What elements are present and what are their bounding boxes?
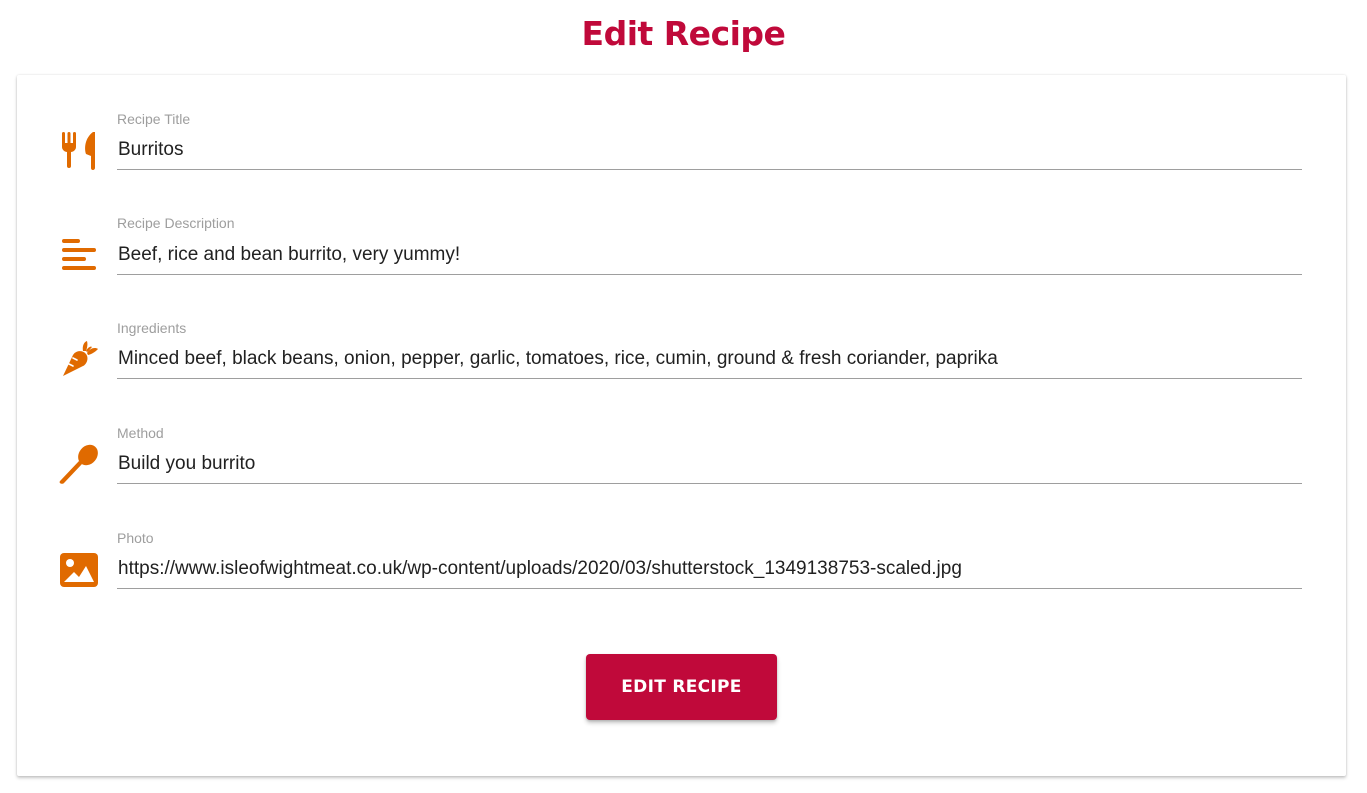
spoon-icon: [57, 442, 101, 486]
ingredients-label: Ingredients: [117, 320, 187, 336]
ingredients-field: Ingredients: [17, 285, 1346, 385]
recipe-title-label: Recipe Title: [117, 111, 191, 127]
method-field: Method: [17, 390, 1346, 490]
ingredients-input[interactable]: [117, 341, 1302, 379]
photo-url-input[interactable]: [117, 551, 1302, 589]
image-icon: [57, 548, 101, 592]
method-input[interactable]: [117, 446, 1302, 484]
text-align-left-icon: [57, 233, 101, 277]
edit-recipe-button[interactable]: EDIT RECIPE: [586, 654, 777, 720]
carrot-icon: [57, 337, 101, 381]
photo-field: Photo: [17, 494, 1346, 594]
recipe-description-field: Recipe Description: [17, 180, 1346, 280]
method-label: Method: [117, 425, 164, 441]
recipe-title-input[interactable]: [117, 132, 1302, 170]
recipe-description-label: Recipe Description: [117, 215, 235, 231]
recipe-description-input[interactable]: [117, 237, 1302, 275]
edit-recipe-form: Recipe Title Recipe Description: [17, 75, 1346, 776]
page-title: Edit Recipe: [581, 14, 786, 53]
recipe-title-field: Recipe Title: [17, 75, 1346, 175]
photo-label: Photo: [117, 530, 154, 546]
fork-knife-icon: [57, 128, 101, 172]
